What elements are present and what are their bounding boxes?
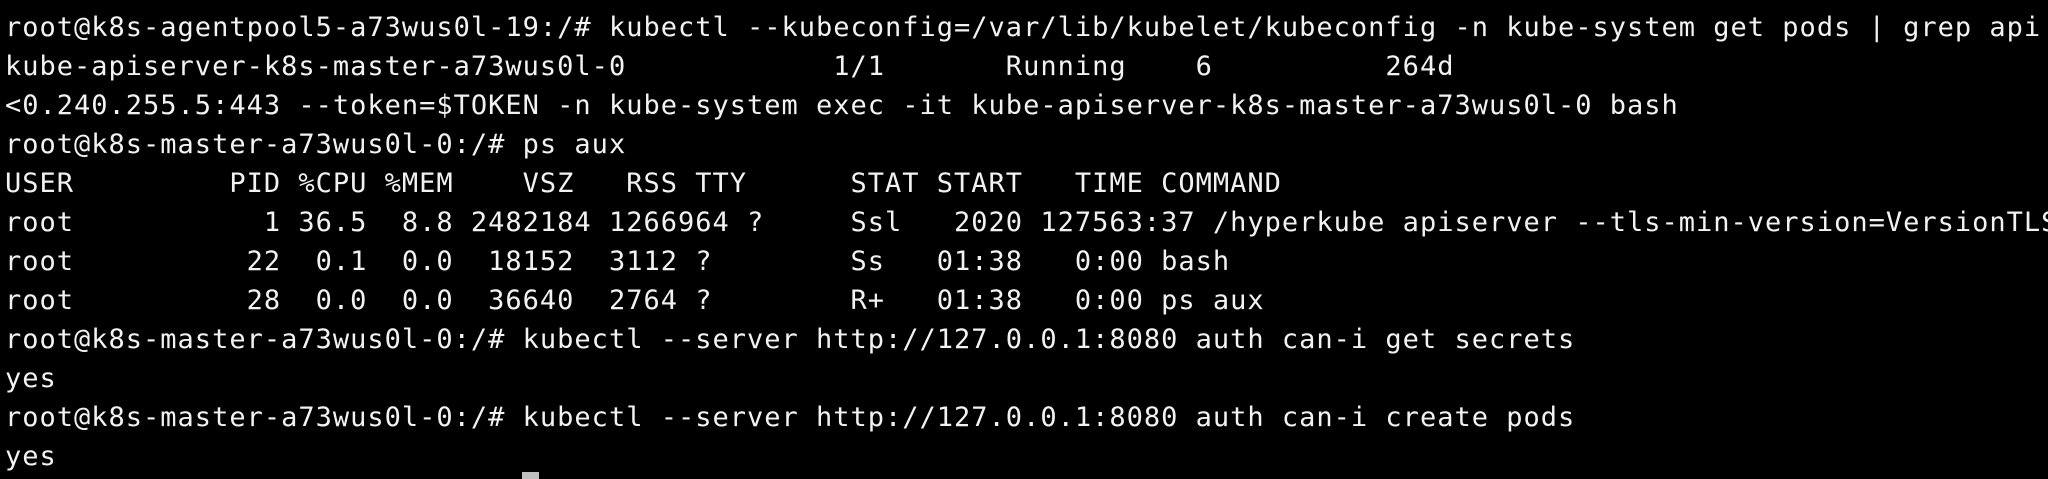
terminal-line-11: root@k8s-master-a73wus0l-0:/# kubectl --… xyxy=(5,402,1576,433)
terminal-line-3: <0.240.255.5:443 --token=$TOKEN -n kube-… xyxy=(5,90,1679,121)
terminal-line-1: root@k8s-agentpool5-a73wus0l-19:/# kubec… xyxy=(5,12,2042,43)
terminal-line-2: kube-apiserver-k8s-master-a73wus0l-0 1/1… xyxy=(5,51,1455,82)
terminal-line-8: root 28 0.0 0.0 36640 2764 ? R+ 01:38 0:… xyxy=(5,285,1265,316)
terminal-line-10: yes xyxy=(5,363,57,394)
terminal-line-9: root@k8s-master-a73wus0l-0:/# kubectl --… xyxy=(5,324,1576,355)
terminal-line-5: USER PID %CPU %MEM VSZ RSS TTY STAT STAR… xyxy=(5,168,1282,199)
terminal-line-12: yes xyxy=(5,441,57,472)
terminal-window[interactable]: root@k8s-agentpool5-a73wus0l-19:/# kubec… xyxy=(0,0,2048,479)
terminal-cursor xyxy=(522,472,539,479)
terminal-line-6: root 1 36.5 8.8 2482184 1266964 ? Ssl 20… xyxy=(5,207,2048,238)
terminal-line-4: root@k8s-master-a73wus0l-0:/# ps aux xyxy=(5,129,627,160)
terminal-line-7: root 22 0.1 0.0 18152 3112 ? Ss 01:38 0:… xyxy=(5,246,1231,277)
